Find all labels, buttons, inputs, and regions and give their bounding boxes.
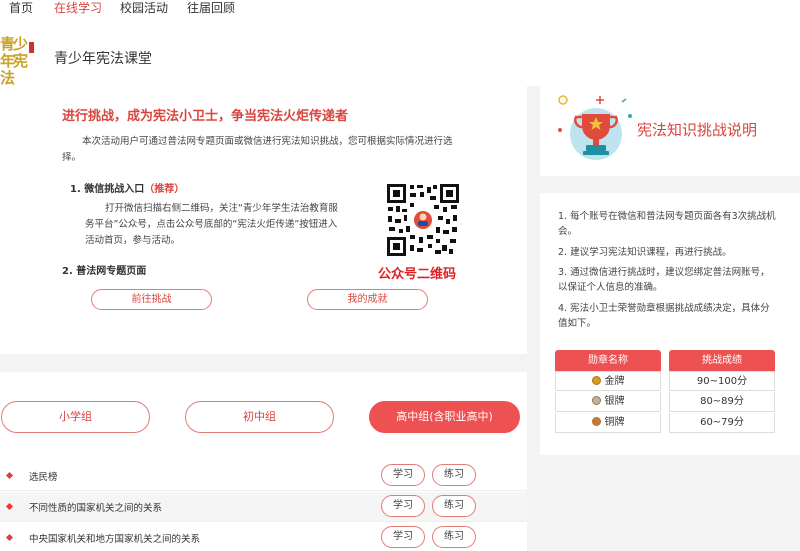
nav-campus-activities[interactable]: 校园活动 xyxy=(120,1,168,15)
info-title: 宪法知识挑战说明 xyxy=(637,121,758,139)
course-title: 中央国家机关和地方国家机关之间的关系 xyxy=(29,534,201,545)
medal-name-header: 勋章名称 xyxy=(555,350,661,371)
bronze-medal-icon xyxy=(591,417,601,426)
rule-item: 3. 通过微信进行挑战时，建议您绑定普法网账号，以保证个人信息的准确。 xyxy=(558,267,770,293)
course-title: 不同性质的国家机关之间的关系 xyxy=(29,503,163,514)
rule-item: 2. 建议学习宪法知识课程，再进行挑战。 xyxy=(558,247,732,258)
practice-button[interactable]: 练习 xyxy=(432,464,476,486)
challenge-intro: 本次活动用户可通过普法网专题页面或微信进行宪法知识挑战，您可根据实际情况进行选择… xyxy=(62,136,453,163)
score-cell: 90~100分 xyxy=(669,371,775,391)
challenge-card: 进行挑战，成为宪法小卫士，争当宪法火炬传递者 本次活动用户可通过普法网专题页面或… xyxy=(0,86,527,354)
challenge-headline: 进行挑战，成为宪法小卫士，争当宪法火炬传递者 xyxy=(62,109,349,124)
wechat-entry-label: 1. 微信挑战入口 xyxy=(70,184,145,195)
score-header: 挑战成绩 xyxy=(669,350,775,371)
go-challenge-button[interactable]: 前往挑战 xyxy=(91,289,212,310)
top-nav: 首页 在线学习 校园活动 往届回顾 xyxy=(0,0,800,22)
logo-text: 青少年宪法 xyxy=(0,35,28,87)
tab-junior-high[interactable]: 初中组 xyxy=(185,401,334,433)
medal-label: 金牌 xyxy=(604,376,625,387)
rules-card: 1. 每个账号在微信和普法网专题页面各有3次挑战机会。 2. 建议学习宪法知识课… xyxy=(540,193,800,455)
gold-medal-icon xyxy=(591,376,601,385)
recommended-badge: （推荐） xyxy=(144,184,185,195)
rule-item: 1. 每个账号在微信和普法网专题页面各有3次挑战机会。 xyxy=(558,211,776,237)
score-cell: 80~89分 xyxy=(669,392,775,412)
rule-item: 4. 宪法小卫士荣誉勋章根据挑战成绩决定，具体分值如下。 xyxy=(558,303,770,329)
qr-code-label: 公众号二维码 xyxy=(378,267,457,282)
wechat-entry-title: 1. 微信挑战入口（推荐） xyxy=(70,180,184,195)
nav-online-learning[interactable]: 在线学习 xyxy=(54,1,102,15)
site-header: 青少年宪法 青少年宪法课堂 xyxy=(0,22,800,87)
medal-cell: 铜牌 xyxy=(555,413,661,433)
wechat-entry-text: 打开微信扫描右侧二维码，关注“青少年学生法治教育服务平台”公众号，点击公众号底部… xyxy=(85,203,338,246)
course-row: 不同性质的国家机关之间的关系 学习 练习 xyxy=(0,492,527,522)
nav-past-review[interactable]: 往届回顾 xyxy=(187,1,235,15)
trophy-icon xyxy=(558,95,632,160)
silver-medal-icon xyxy=(591,396,601,405)
challenge-info-card: 宪法知识挑战说明 xyxy=(540,86,800,176)
logo-seal xyxy=(29,42,34,53)
site-logo[interactable]: 青少年宪法 xyxy=(0,36,36,87)
score-cell: 60~79分 xyxy=(669,413,775,433)
medal-cell: 金牌 xyxy=(555,371,661,391)
medal-cell: 银牌 xyxy=(555,392,661,412)
course-row: 中央国家机关和地方国家机关之间的关系 学习 练习 xyxy=(0,523,527,551)
page-title: 青少年宪法课堂 xyxy=(54,51,152,67)
course-row: 选民榜 学习 练习 xyxy=(0,461,527,491)
my-achievements-button[interactable]: 我的成就 xyxy=(307,289,428,310)
study-button[interactable]: 学习 xyxy=(381,464,425,486)
study-button[interactable]: 学习 xyxy=(381,526,425,548)
tab-primary-school[interactable]: 小学组 xyxy=(1,401,150,433)
qr-code-icon xyxy=(386,183,460,257)
medal-label: 铜牌 xyxy=(604,417,625,428)
nav-home[interactable]: 首页 xyxy=(9,1,33,15)
course-groups-card: 小学组 初中组 高中组(含职业高中) 选民榜 学习 练习 不同性质的国家机关之间… xyxy=(0,372,527,551)
study-button[interactable]: 学习 xyxy=(381,495,425,517)
practice-button[interactable]: 练习 xyxy=(432,526,476,548)
web-entry-title: 2. 普法网专题页面 xyxy=(62,266,147,277)
practice-button[interactable]: 练习 xyxy=(432,495,476,517)
course-title: 选民榜 xyxy=(29,472,58,483)
medal-label: 银牌 xyxy=(604,396,625,407)
tab-senior-high[interactable]: 高中组(含职业高中) xyxy=(369,401,520,433)
bullet-icon xyxy=(5,502,14,511)
bullet-icon xyxy=(5,533,14,542)
bullet-icon xyxy=(5,471,14,480)
